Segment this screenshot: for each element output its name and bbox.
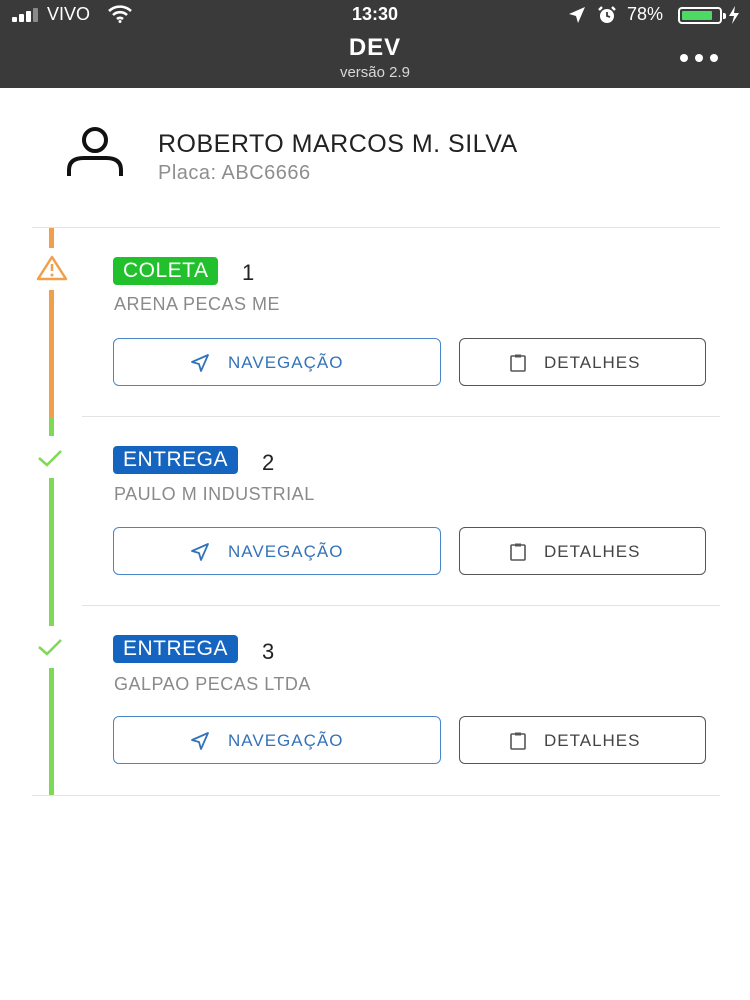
- details-button[interactable]: DETALHES: [459, 338, 706, 386]
- warning-icon: [36, 255, 68, 281]
- stop-type-badge: ENTREGA: [113, 446, 239, 474]
- status-bar: VIVO 13:30 78%: [0, 0, 750, 30]
- navigation-button-label: NAVEGAÇÃO: [228, 542, 344, 561]
- timeline-line-pending: [49, 290, 54, 418]
- navigation-button[interactable]: NAVEGAÇÃO: [113, 527, 441, 575]
- navigation-button[interactable]: NAVEGAÇÃO: [113, 716, 441, 764]
- details-button-label: DETALHES: [544, 542, 641, 561]
- stop-divider: [82, 416, 720, 417]
- timeline-line-done: [49, 668, 54, 796]
- check-icon: [38, 639, 62, 656]
- stop-number: 3: [262, 639, 275, 664]
- details-button-label: DETALHES: [544, 731, 641, 750]
- navigation-button[interactable]: NAVEGAÇÃO: [113, 338, 441, 386]
- app-version: versão 2.9: [339, 64, 411, 81]
- navigation-arrow-icon: [191, 732, 209, 750]
- header-divider: [32, 227, 720, 228]
- stop-company: PAULO M INDUSTRIAL: [114, 484, 315, 504]
- navigation-arrow-icon: [191, 543, 209, 561]
- clipboard-icon: [510, 354, 526, 372]
- stop-divider: [82, 605, 720, 606]
- app-title: DEV: [348, 34, 402, 61]
- details-button[interactable]: DETALHES: [459, 716, 706, 764]
- navigation-button-label: NAVEGAÇÃO: [228, 353, 344, 372]
- alarm-clock-icon: [598, 6, 616, 23]
- location-arrow-icon: [569, 7, 585, 23]
- timeline-line-pending-top: [49, 228, 54, 248]
- top-bar: VIVO 13:30 78% DEV versão 2.9: [0, 0, 750, 88]
- vehicle-plate: Placa: ABC6666: [158, 162, 311, 184]
- list-bottom-divider: [32, 795, 720, 796]
- stop-type-badge: ENTREGA: [113, 635, 239, 663]
- timeline-line-done: [49, 418, 54, 436]
- stop-number: 2: [262, 450, 275, 475]
- battery-icon: [678, 7, 726, 24]
- check-icon: [38, 450, 62, 467]
- navigation-button-label: NAVEGAÇÃO: [228, 731, 344, 750]
- details-button-label: DETALHES: [544, 353, 641, 372]
- stop-company: GALPAO PECAS LTDA: [114, 674, 311, 694]
- clipboard-icon: [510, 543, 526, 561]
- user-icon: [67, 127, 123, 176]
- details-button[interactable]: DETALHES: [459, 527, 706, 575]
- navigation-arrow-icon: [191, 354, 209, 372]
- stop-type-badge: COLETA: [113, 257, 219, 285]
- stop-company: ARENA PECAS ME: [114, 294, 281, 314]
- clipboard-icon: [510, 732, 526, 750]
- timeline-line-done: [49, 478, 54, 626]
- driver-name: ROBERTO MARCOS M. SILVA: [158, 130, 518, 158]
- more-dots-icon[interactable]: [680, 52, 720, 64]
- charging-bolt-icon: [729, 6, 739, 24]
- stop-number: 1: [242, 260, 255, 285]
- battery-percent: 78%: [627, 4, 664, 24]
